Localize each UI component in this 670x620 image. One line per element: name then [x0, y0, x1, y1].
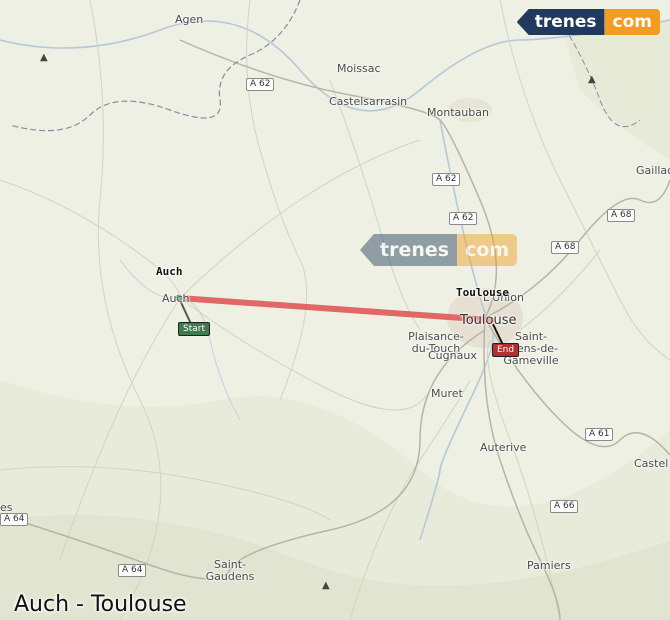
- place-moissac: Moissac: [337, 62, 381, 75]
- highway-a64: A 64: [118, 564, 147, 577]
- place-muret: Muret: [431, 387, 463, 400]
- highway-a62: A 62: [432, 173, 461, 186]
- highway-a64: A 64: [0, 513, 29, 526]
- place-castelsarrasin: Castelsarrasin: [329, 95, 408, 108]
- end-pin-label[interactable]: End: [492, 343, 520, 357]
- destination-city-label: Toulouse: [456, 286, 509, 299]
- highway-a66: A 66: [550, 500, 579, 513]
- place-agen: Agen: [175, 13, 204, 26]
- place-auterive: Auterive: [480, 441, 527, 454]
- logo-part2: com: [604, 9, 660, 35]
- place-montauban: Montauban: [427, 106, 489, 119]
- svg-text:▲: ▲: [322, 580, 330, 591]
- highway-a68: A 68: [551, 241, 580, 254]
- map-canvas[interactable]: ▲ ▲ ▲ Agen Moissac Castelsarrasin Montau…: [0, 0, 670, 620]
- highway-a68: A 68: [607, 209, 636, 222]
- highway-a62: A 62: [246, 78, 275, 91]
- trenes-watermark: trenes com: [360, 234, 518, 266]
- place-gaillac: Gaillac: [636, 164, 670, 177]
- route-title: Auch - Toulouse: [14, 592, 187, 617]
- svg-text:▲: ▲: [40, 52, 48, 63]
- highway-a62: A 62: [449, 212, 478, 225]
- place-castel: Castel: [634, 457, 669, 470]
- place-cugnaux: Cugnaux: [428, 349, 477, 362]
- place-auch: Auch: [162, 292, 190, 305]
- place-pamiers: Pamiers: [527, 559, 571, 572]
- watermark-part1: trenes: [360, 234, 458, 266]
- svg-text:▲: ▲: [588, 74, 596, 85]
- place-saint-gaudens: Saint-Gaudens: [205, 558, 255, 583]
- origin-city-label: Auch: [156, 265, 183, 278]
- highway-a61: A 61: [585, 428, 614, 441]
- watermark-part2: com: [457, 234, 518, 266]
- place-toulouse: Toulouse: [460, 313, 517, 328]
- map-base-layer: ▲ ▲ ▲: [0, 0, 670, 620]
- trenes-logo[interactable]: trenes com: [516, 8, 660, 36]
- logo-part1: trenes: [516, 9, 605, 35]
- start-pin-label[interactable]: Start: [178, 322, 210, 336]
